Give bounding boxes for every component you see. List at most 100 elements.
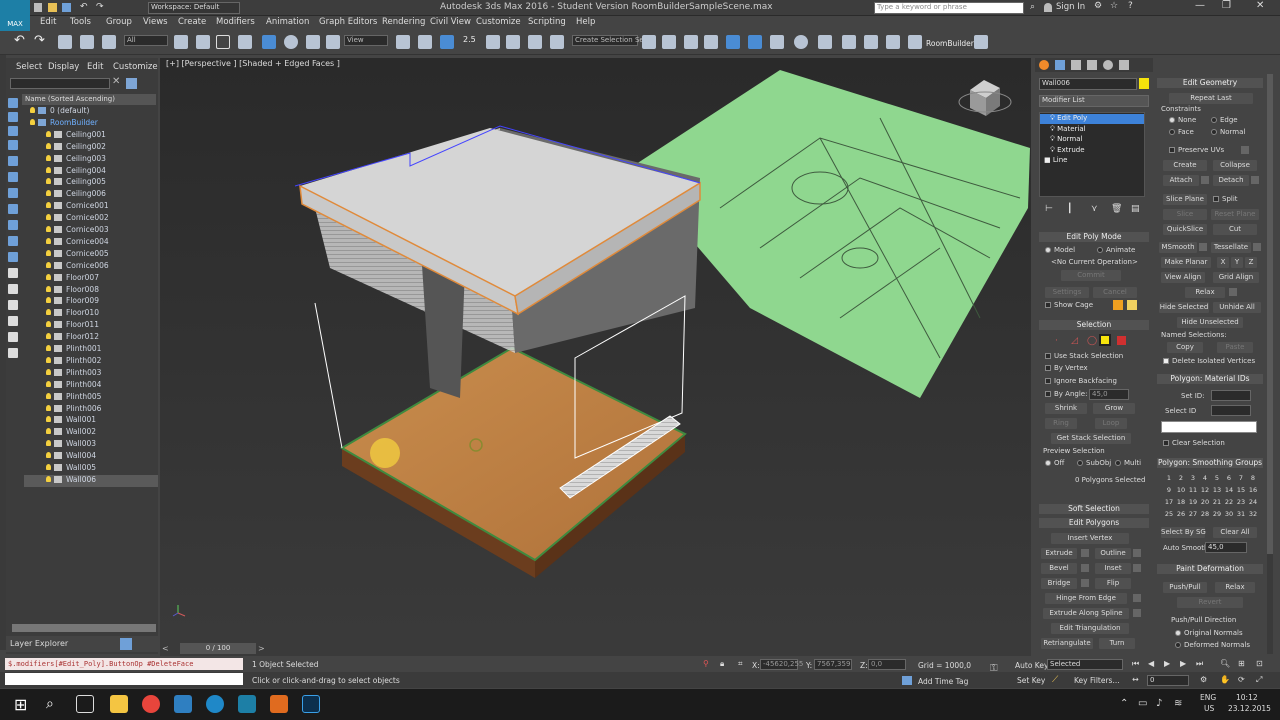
scene-row[interactable]: Floor008 bbox=[24, 285, 158, 297]
scene-column-header[interactable]: Name (Sorted Ascending) bbox=[22, 94, 156, 105]
curve-editor-icon[interactable] bbox=[748, 35, 762, 49]
extrude-button[interactable]: Extrude bbox=[1041, 548, 1077, 559]
select-and-rotate-icon[interactable] bbox=[284, 35, 298, 49]
scene-row[interactable]: Wall003 bbox=[24, 439, 158, 451]
next-key-icon[interactable]: ▶ bbox=[1180, 659, 1186, 668]
original-normals-radio[interactable]: Original Normals bbox=[1175, 629, 1243, 637]
scene-row[interactable]: Ceiling006 bbox=[24, 189, 158, 201]
toggle-ribbon-icon[interactable] bbox=[726, 35, 740, 49]
maximize-viewport-icon[interactable]: ⤢ bbox=[1256, 675, 1262, 685]
layer-explorer-label[interactable]: Layer Explorer bbox=[10, 639, 68, 648]
slice-button[interactable]: Slice bbox=[1163, 209, 1207, 220]
smoothing-groups-header[interactable]: Polygon: Smoothing Groups bbox=[1157, 458, 1263, 468]
search-taskbar-icon[interactable]: ⌕ bbox=[46, 696, 54, 712]
deformed-normals-radio[interactable]: Deformed Normals bbox=[1175, 641, 1250, 649]
bridge-button[interactable]: Bridge bbox=[1041, 578, 1077, 589]
schematic-view-icon[interactable] bbox=[770, 35, 784, 49]
constraint-edge-radio[interactable]: Edge bbox=[1211, 116, 1238, 124]
hinge-settings-icon[interactable] bbox=[1133, 594, 1141, 602]
vertex-mode-icon[interactable]: · bbox=[1055, 336, 1058, 346]
scene-row[interactable]: Plinth004 bbox=[24, 380, 158, 392]
scene-row[interactable]: Floor011 bbox=[24, 320, 158, 332]
material-name-dropdown[interactable] bbox=[1161, 421, 1257, 433]
display-none-icon[interactable] bbox=[8, 284, 18, 294]
scene-row[interactable]: Ceiling003 bbox=[24, 154, 158, 166]
layer-explorer-icon[interactable] bbox=[120, 638, 132, 650]
visibility-bulb-icon[interactable] bbox=[46, 321, 51, 328]
smoothing-group-button[interactable]: 29 bbox=[1211, 508, 1223, 520]
auto-smooth-field[interactable]: 45,0 bbox=[1205, 542, 1247, 553]
z-coordinate-field[interactable]: 0,0 bbox=[868, 659, 906, 670]
smoothing-group-button[interactable]: 1 bbox=[1163, 472, 1175, 484]
menu-create[interactable]: Create bbox=[178, 17, 206, 27]
planar-y-button[interactable]: Y bbox=[1231, 257, 1243, 268]
visibility-bulb-icon[interactable] bbox=[46, 356, 51, 363]
x-coordinate-field[interactable]: -45620,255 bbox=[760, 659, 803, 670]
object-name-field[interactable]: Wall006 bbox=[1039, 78, 1137, 90]
edit-poly-mode-header[interactable]: Edit Poly Mode bbox=[1039, 232, 1149, 242]
detach-button[interactable]: Detach bbox=[1213, 175, 1249, 186]
smoothing-group-button[interactable]: 19 bbox=[1187, 496, 1199, 508]
smoothing-group-button[interactable]: 24 bbox=[1247, 496, 1259, 508]
scene-row[interactable]: Floor012 bbox=[24, 332, 158, 344]
auto-key-button[interactable]: Auto Key bbox=[1015, 661, 1048, 670]
smoothing-group-button[interactable]: 18 bbox=[1175, 496, 1187, 508]
render-iterative-icon[interactable] bbox=[886, 35, 900, 49]
maximize-button[interactable]: ❐ bbox=[1222, 0, 1231, 11]
detach-settings-icon[interactable] bbox=[1251, 176, 1259, 184]
snaps-toggle-icon[interactable]: 2.5 bbox=[463, 35, 476, 44]
scene-row[interactable]: Cornice001 bbox=[24, 201, 158, 213]
preview-multi-radio[interactable]: Multi bbox=[1115, 459, 1141, 467]
collapse-button[interactable]: Collapse bbox=[1213, 160, 1257, 171]
rectangle-selection-icon[interactable] bbox=[216, 35, 230, 49]
orbit-icon[interactable]: ⟳ bbox=[1238, 675, 1245, 684]
visibility-bulb-icon[interactable] bbox=[46, 154, 51, 161]
visibility-bulb-icon[interactable] bbox=[46, 416, 51, 423]
render-setup-icon[interactable] bbox=[818, 35, 832, 49]
get-stack-selection-button[interactable]: Get Stack Selection bbox=[1051, 433, 1131, 444]
planar-z-button[interactable]: Z bbox=[1245, 257, 1257, 268]
time-slider-thumb[interactable]: 0 / 100 bbox=[180, 643, 256, 654]
scene-row[interactable]: Floor007 bbox=[24, 273, 158, 285]
smoothing-group-button[interactable]: 22 bbox=[1223, 496, 1235, 508]
scene-row[interactable]: Plinth001 bbox=[24, 344, 158, 356]
smoothing-group-button[interactable]: 20 bbox=[1199, 496, 1211, 508]
settings-button[interactable]: Settings bbox=[1045, 287, 1089, 298]
visibility-bulb-icon[interactable] bbox=[46, 249, 51, 256]
select-object-icon[interactable] bbox=[174, 35, 188, 49]
redo-icon[interactable]: ↷ bbox=[96, 2, 104, 12]
cage-selected-color-swatch[interactable] bbox=[1127, 300, 1137, 310]
display-invert-icon[interactable] bbox=[8, 300, 18, 310]
current-frame-field[interactable]: 0 bbox=[1147, 675, 1189, 686]
modifier-stack-item[interactable]: 💡︎ Material bbox=[1040, 125, 1144, 135]
smoothing-group-button[interactable]: 32 bbox=[1247, 508, 1259, 520]
menu-animation[interactable]: Animation bbox=[266, 17, 309, 27]
repeat-last-button[interactable]: Repeat Last bbox=[1169, 93, 1253, 104]
msmooth-button[interactable]: MSmooth bbox=[1159, 242, 1197, 253]
preview-off-radio[interactable]: Off bbox=[1045, 459, 1064, 467]
retriangulate-button[interactable]: Retriangulate bbox=[1041, 638, 1093, 649]
absolute-mode-icon[interactable]: ⌗ bbox=[738, 659, 743, 669]
edit-named-selection-icon[interactable] bbox=[550, 35, 564, 49]
edge-icon[interactable] bbox=[174, 695, 192, 713]
visibility-bulb-icon[interactable] bbox=[46, 261, 51, 268]
remove-modifier-icon[interactable]: 🗑︎ bbox=[1111, 204, 1122, 214]
slice-plane-button[interactable]: Slice Plane bbox=[1163, 194, 1207, 205]
command-panel-scrollbar[interactable] bbox=[1267, 74, 1273, 654]
menu-rendering[interactable]: Rendering bbox=[382, 17, 425, 27]
locale-indicator[interactable]: US bbox=[1204, 704, 1214, 713]
prev-frame-icon[interactable]: < bbox=[162, 644, 169, 653]
undo-icon[interactable]: ↶ bbox=[80, 2, 88, 12]
app-taskbar-icon[interactable] bbox=[270, 695, 288, 713]
smoothing-group-button[interactable]: 15 bbox=[1235, 484, 1247, 496]
ignore-backfacing-checkbox[interactable]: Ignore Backfacing bbox=[1045, 377, 1117, 385]
bevel-settings-icon[interactable] bbox=[1081, 564, 1089, 572]
smoothing-group-button[interactable]: 7 bbox=[1235, 472, 1247, 484]
sync-selection-icon[interactable] bbox=[8, 348, 18, 358]
base-object-icon[interactable]: ■ bbox=[1044, 156, 1053, 164]
constraint-face-radio[interactable]: Face bbox=[1169, 128, 1194, 136]
task-view-icon[interactable] bbox=[76, 695, 94, 713]
menu-group[interactable]: Group bbox=[106, 17, 132, 27]
smoothing-group-button[interactable]: 13 bbox=[1211, 484, 1223, 496]
preserve-uvs-checkbox[interactable]: Preserve UVs bbox=[1169, 146, 1224, 154]
